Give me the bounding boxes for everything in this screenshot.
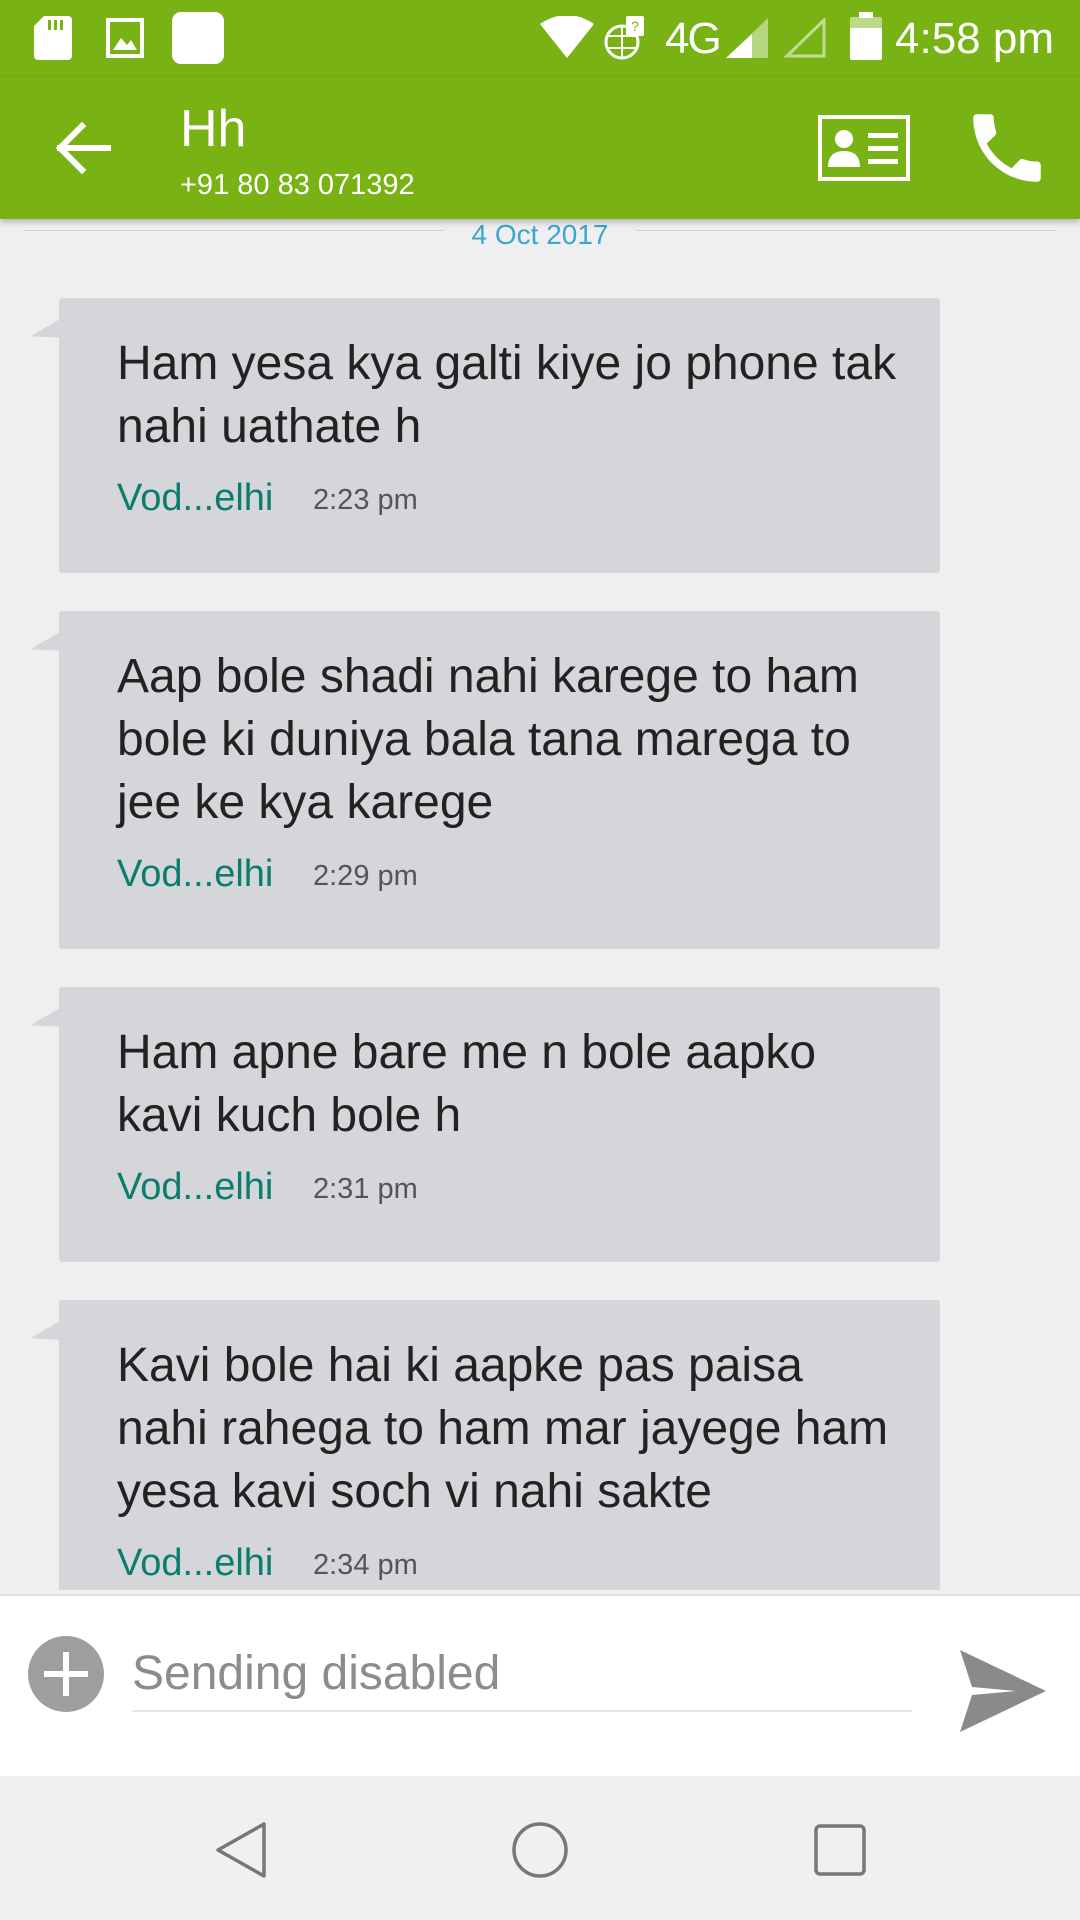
wifi-icon: [540, 15, 594, 63]
add-attachment-icon[interactable]: [28, 1636, 104, 1712]
contact-number: +91 80 83 071392: [180, 169, 415, 201]
signal-icon: [726, 18, 768, 63]
message-bubble[interactable]: Kavi bole hai ki aapke pas paisa nahi ra…: [59, 1300, 940, 1590]
notification-square-icon: [172, 12, 224, 69]
message-meta: Vod...elhi 2:29 pm: [117, 854, 900, 894]
sd-card-icon: [34, 16, 72, 65]
date-divider: 4 Oct 2017: [24, 219, 1056, 251]
message-list[interactable]: 4 Oct 2017 Ham yesa kya galti kiye jo ph…: [0, 219, 1080, 1590]
message-text: Ham apne bare me n bole aapko kavi kuch …: [117, 1026, 817, 1142]
message-time: 2:31 pm: [313, 1173, 418, 1205]
network-type-label: 4G: [665, 14, 722, 63]
message-text: Aap bole shadi nahi karege to ham bole k…: [117, 650, 859, 829]
nav-home-icon[interactable]: [508, 1818, 572, 1882]
message-carrier: Vod...elhi: [117, 477, 274, 519]
status-bar: ? 4G 4:58 pm: [0, 0, 1080, 77]
phone-icon[interactable]: [962, 103, 1052, 193]
message-carrier: Vod...elhi: [117, 1166, 274, 1208]
message-time: 2:29 pm: [313, 860, 418, 892]
nav-recents-icon[interactable]: [808, 1818, 872, 1882]
app-bar: Hh +91 80 83 071392: [0, 77, 1080, 219]
back-arrow-icon[interactable]: [44, 113, 124, 183]
date-label: 4 Oct 2017: [471, 219, 609, 250]
message-text: Ham yesa kya galti kiye jo phone tak nah…: [117, 337, 897, 453]
navigation-bar: [0, 1776, 1080, 1920]
message-meta: Vod...elhi 2:31 pm: [117, 1167, 900, 1207]
divider-line: [636, 230, 1056, 231]
message-meta: Vod...elhi 2:23 pm: [117, 478, 900, 518]
gallery-icon: [106, 18, 144, 63]
message-meta: Vod...elhi 2:34 pm: [117, 1543, 900, 1583]
message-carrier: Vod...elhi: [117, 853, 274, 895]
message-bubble[interactable]: Ham yesa kya galti kiye jo phone tak nah…: [59, 298, 940, 573]
message-text: Kavi bole hai ki aapke pas paisa nahi ra…: [117, 1339, 889, 1518]
message-bubble[interactable]: Aap bole shadi nahi karege to ham bole k…: [59, 611, 940, 949]
send-icon[interactable]: [958, 1648, 1048, 1734]
message-time: 2:34 pm: [313, 1549, 418, 1581]
message-carrier: Vod...elhi: [117, 1542, 274, 1584]
svg-text:?: ?: [631, 18, 639, 34]
contact-name[interactable]: Hh: [180, 99, 246, 159]
compose-bar: [0, 1594, 1080, 1776]
nav-back-icon[interactable]: [210, 1818, 274, 1882]
data-transfer-icon: ?: [602, 14, 648, 67]
message-time: 2:23 pm: [313, 484, 418, 516]
status-clock: 4:58 pm: [895, 14, 1054, 63]
signal-empty-icon: [783, 16, 826, 63]
compose-input[interactable]: [132, 1636, 912, 1712]
message-bubble[interactable]: Ham apne bare me n bole aapko kavi kuch …: [59, 987, 940, 1262]
battery-icon: [850, 12, 882, 65]
contact-card-icon[interactable]: [818, 115, 910, 181]
